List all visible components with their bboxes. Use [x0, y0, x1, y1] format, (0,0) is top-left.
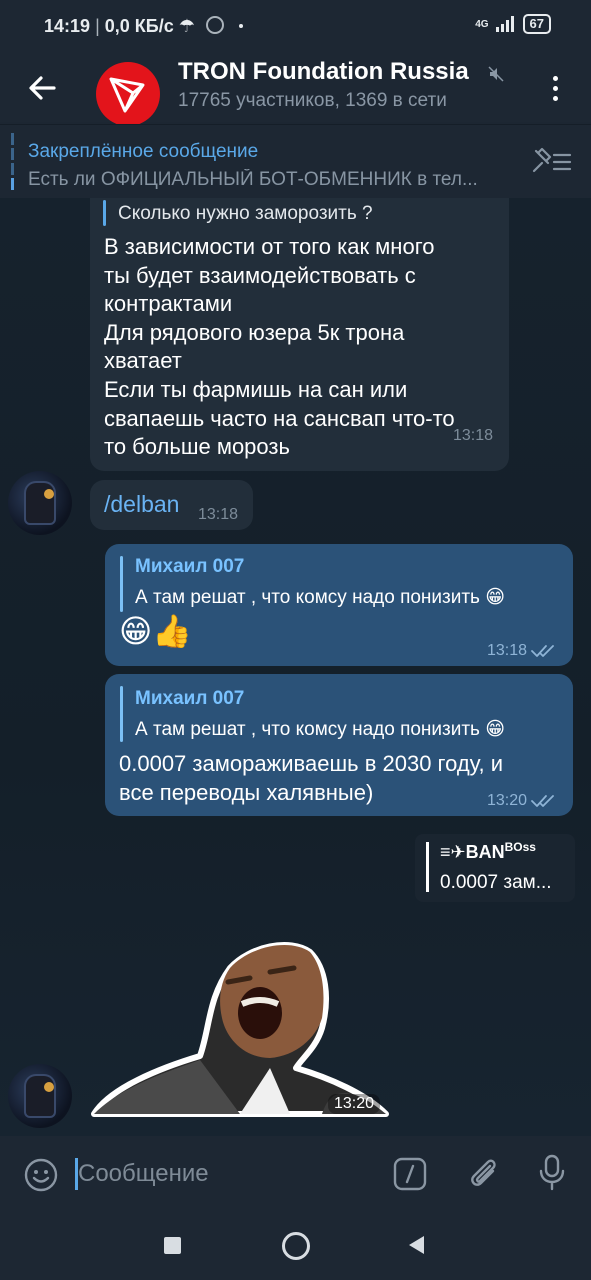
reply-indicator — [120, 556, 123, 612]
sticker-time-label: 13:20 — [328, 1094, 381, 1114]
message-bubble-outgoing[interactable]: Михаил 007 А там решат , что комсу надо … — [105, 674, 573, 816]
chat-title[interactable]: TRON Foundation Russia — [178, 58, 469, 86]
message-time: 13:20 — [487, 792, 557, 810]
message-bubble-outgoing[interactable]: Михаил 007 А там решат , что комсу надо … — [105, 544, 573, 666]
pin-list-icon[interactable] — [530, 147, 572, 177]
sticker-time: 13:20 — [334, 1095, 375, 1112]
message-time: 13:18 — [487, 642, 557, 660]
read-checkmarks-icon — [531, 795, 554, 807]
reply-quote-text: А там решат , что комсу надо понизить 😁 — [135, 719, 506, 740]
message-list[interactable]: Сколько нужно заморозить ? В зависимости… — [0, 198, 591, 1136]
status-right: 4G 67 — [475, 14, 551, 34]
network-type: 4G — [475, 18, 489, 30]
group-avatar[interactable] — [96, 62, 160, 126]
chat-subtitle: 17765 участников, 1369 в сети — [178, 90, 447, 111]
bot-command-icon[interactable] — [393, 1157, 427, 1191]
message-bubble-incoming[interactable]: Сколько нужно заморозить ? В зависимости… — [90, 198, 509, 471]
chat-header: TRON Foundation Russia 17765 участников,… — [0, 52, 591, 126]
reply-indicator — [426, 842, 429, 892]
read-checkmarks-icon — [531, 645, 554, 657]
signal-icon — [495, 16, 514, 32]
microphone-icon[interactable] — [538, 1154, 566, 1192]
tron-logo-icon — [109, 77, 145, 113]
user-avatar[interactable] — [8, 1064, 72, 1128]
battery-icon: 67 — [522, 14, 551, 34]
reply-quote-text: Сколько нужно заморозить ? — [118, 203, 373, 224]
pinned-indicator — [11, 133, 14, 190]
laughing-man-sticker-image — [91, 942, 389, 1117]
recent-apps-button[interactable] — [164, 1237, 181, 1254]
ban-logo-icon: ≡✈ — [440, 842, 466, 862]
avatar-highlight — [44, 1082, 54, 1092]
pinned-title: Закреплённое сообщение — [28, 141, 259, 162]
bot-name: ≡✈BANBOss — [440, 840, 536, 862]
message-time: 13:18 — [198, 506, 239, 523]
bot-reply-text: 0.0007 зам... — [440, 872, 552, 893]
reply-indicator — [120, 686, 123, 742]
emoji-icon[interactable] — [24, 1158, 58, 1192]
emoji-message: 😁👍 — [119, 613, 193, 649]
umbrella-icon: ☂ — [178, 16, 195, 36]
avatar-highlight — [44, 489, 54, 499]
back-nav-icon[interactable] — [406, 1234, 426, 1256]
message-bubble-incoming[interactable]: /delban 13:18 — [90, 480, 253, 530]
message-input-bar: Сообщение — [0, 1136, 591, 1210]
home-button[interactable] — [282, 1232, 310, 1260]
reply-indicator — [103, 200, 106, 226]
vpn-icon — [205, 16, 224, 34]
message-input[interactable]: Сообщение — [78, 1160, 209, 1188]
message-time: 13:18 — [453, 427, 494, 444]
user-avatar[interactable] — [8, 471, 72, 535]
status-left: 14:19 | 0,0 КБ/с ☂ — [44, 16, 243, 37]
reply-author: Михаил 007 — [135, 556, 245, 577]
laughing-sticker[interactable]: 13:20 — [90, 938, 390, 1120]
status-speed: 0,0 КБ/с — [104, 16, 174, 36]
reply-author: Михаил 007 — [135, 688, 245, 709]
dot-icon — [238, 24, 243, 28]
bot-reply-preview[interactable]: ≡✈BANBOss 0.0007 зам... — [415, 834, 575, 902]
muted-icon — [488, 66, 504, 82]
system-nav-bar — [0, 1210, 591, 1280]
attach-icon[interactable] — [466, 1156, 500, 1192]
reply-quote-text: А там решат , что комсу надо понизить 😁 — [135, 587, 506, 608]
more-menu-icon[interactable] — [540, 68, 570, 108]
back-arrow-icon[interactable] — [24, 70, 60, 106]
status-time: 14:19 — [44, 16, 91, 36]
command-link[interactable]: /delban — [104, 491, 179, 518]
status-bar: 14:19 | 0,0 КБ/с ☂ 4G 67 — [0, 0, 591, 52]
pinned-message-bar[interactable]: Закреплённое сообщение Есть ли ОФИЦИАЛЬН… — [0, 124, 591, 199]
pinned-text: Есть ли ОФИЦИАЛЬНЫЙ БОТ-ОБМЕННИК в тел..… — [28, 169, 478, 190]
message-text: В зависимости от того как много ты будет… — [104, 234, 455, 460]
